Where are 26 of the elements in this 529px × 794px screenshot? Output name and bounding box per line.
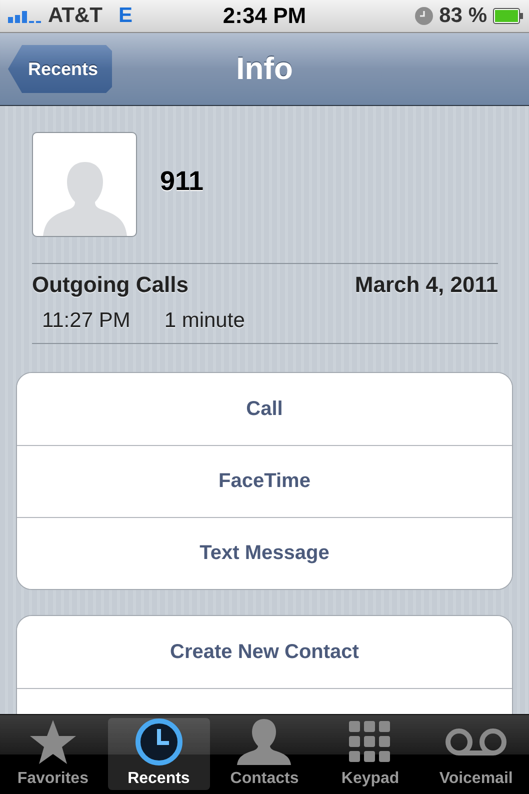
person-silhouette-icon <box>237 719 292 765</box>
tab-button[interactable]: Keypad <box>319 718 422 790</box>
call-date: March 4, 2011 <box>354 272 498 298</box>
person-silhouette-icon <box>42 160 126 236</box>
clock-icon <box>415 7 434 25</box>
call-time: 11:27 PM <box>42 309 130 333</box>
tab-button[interactable]: Contacts <box>214 718 316 790</box>
tab-button[interactable]: Recents <box>108 718 210 790</box>
battery-percent: 83 % <box>439 4 487 28</box>
carrier-name: AT&T <box>48 4 102 28</box>
call-duration: 1 minute <box>164 309 245 333</box>
screen-title: Info <box>236 51 293 86</box>
battery-icon <box>493 8 523 24</box>
tab-button[interactable]: Favorites <box>2 718 104 790</box>
clock-icon <box>134 718 183 766</box>
tab-button[interactable]: Voicemail <box>425 718 527 790</box>
back-button[interactable]: Recents <box>8 45 112 93</box>
contact-name: 911 <box>160 166 204 197</box>
star-icon <box>30 720 76 764</box>
call-type: Outgoing Calls <box>32 272 188 298</box>
network-type: E <box>118 4 132 28</box>
voicemail-icon <box>445 728 508 756</box>
signal-icon <box>8 9 42 23</box>
clock-time: 2:34 PM <box>222 3 306 28</box>
keypad-icon <box>349 721 392 763</box>
action-button[interactable]: Text Message <box>17 517 512 589</box>
